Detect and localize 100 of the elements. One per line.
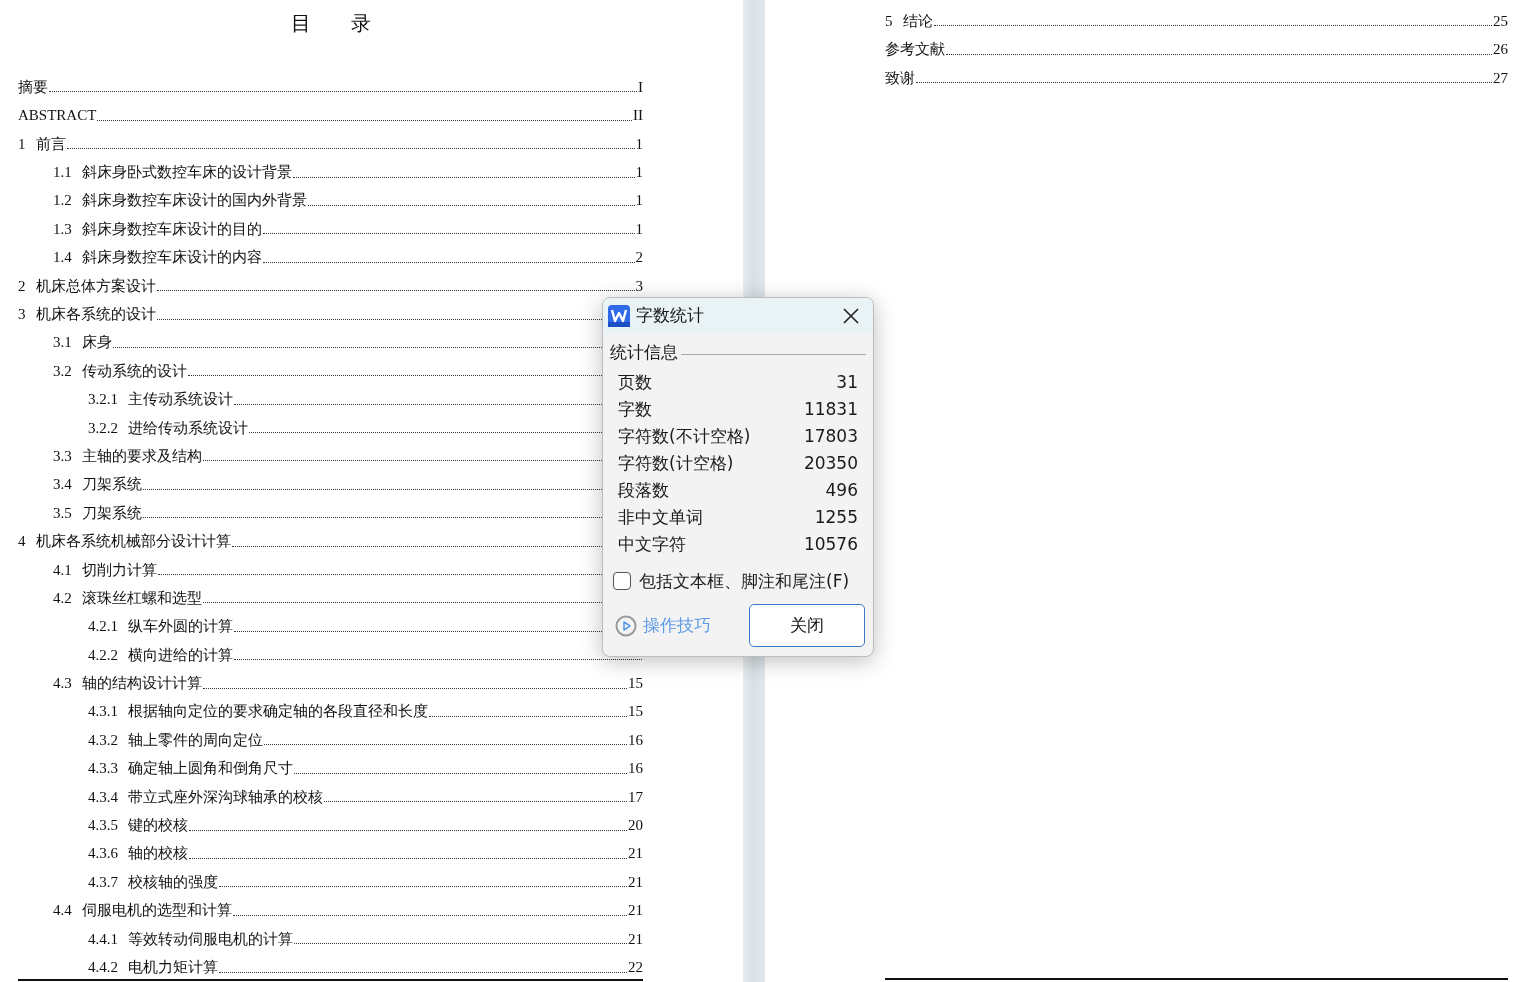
entry-title: 轴的校核 [128,844,188,864]
page-number: II [633,106,643,126]
entry-title: 主轴的要求及结构 [81,446,202,466]
section-label: 统计信息 [610,341,678,364]
stat-value: 10576 [803,533,858,557]
page-number: 1 [635,134,643,154]
entry-title: 斜床身数控车床设计的国内外背景 [81,191,307,211]
section-number: 2 [18,276,26,296]
section-number: 1.3 [53,219,72,239]
stat-label: 字符数(计空格) [618,452,734,476]
entry-title: 刀架系统 [81,475,142,495]
section-number: 3.2 [53,361,72,381]
section-number: 4.3.5 [88,816,118,836]
entry-title: 斜床身数控车床设计的目的 [81,219,262,239]
entry-title: 校核轴的强度 [128,872,218,892]
section-number: 4.4 [53,901,72,921]
section-number: 1.2 [53,191,72,211]
page-number: I [638,77,643,97]
entry-title: 前言 [35,134,66,154]
section-number: 4.4.2 [88,958,118,977]
page-number: 1 [635,163,643,183]
section-number: 4.4.1 [88,929,118,949]
app-logo-icon [608,305,630,327]
close-button[interactable]: 关闭 [749,604,865,647]
section-number: 4.2.2 [88,645,118,665]
page-number: 2 [635,248,643,268]
section-number: 3.1 [53,333,72,353]
entry-title: 斜床身卧式数控车床的设计背景 [81,163,292,183]
page-number: 27 [1493,68,1508,88]
section-number: 3.2.1 [88,390,118,410]
entry-title: 确定轴上圆角和倒角尺寸 [128,759,293,779]
stat-value: 31 [836,371,858,395]
entry-title: 等效转动伺服电机的计算 [128,929,293,949]
entry-title: 进给传动系统设计 [128,418,248,438]
page-number: 1 [635,191,643,211]
stat-label: 非中文单词 [618,506,703,530]
section-number: 4.3.6 [88,844,118,864]
section-number: 3 [18,305,26,324]
entry-title: 轴上零件的周向定位 [128,730,263,750]
page-number: 1 [635,219,643,239]
entry-title: 致谢 [885,68,915,88]
play-icon [615,614,637,637]
entry-title: 根据轴向定位的要求确定轴的各段直径和长度 [128,702,428,722]
checkbox-label: 包括文本框、脚注和尾注(F) [639,569,850,593]
page-number: 25 [1493,11,1508,31]
entry-title: 结论 [902,11,933,31]
entry-title: 参考文献 [885,40,945,60]
entry-title: ABSTRACT [18,106,97,126]
page-heading: 目 录 [289,11,372,36]
section-number: 4.2.1 [88,617,118,637]
entry-title: 斜床身数控车床设计的内容 [81,248,262,268]
section-number: 4.3.4 [88,787,118,807]
section-number: 4.3.3 [88,759,118,779]
section-number: 4.3.1 [88,702,118,722]
stat-value: 20350 [803,452,858,476]
page-number: 15 [628,702,643,722]
page-number: 16 [628,759,643,779]
entry-title: 滚珠丝杠螺和选型 [81,588,202,608]
section-number: 5 [885,11,893,31]
entry-title: 伺服电机的选型和计算 [81,901,232,921]
section-number: 1.1 [53,163,72,183]
stat-value: 496 [825,479,858,503]
entry-title: 床身 [81,333,112,353]
section-number: 3.4 [53,475,72,495]
section-number: 4.2 [53,588,72,608]
page-number: 3 [635,276,643,296]
section-number: 4.3.7 [88,872,118,892]
stat-value: 11831 [803,398,858,422]
entry-title: 键的校核 [128,816,188,836]
checkbox[interactable] [613,572,631,591]
section-number: 1.4 [53,248,72,268]
page-number: 20 [628,816,643,836]
dialog-title: 字数统计 [636,304,705,328]
stat-label: 中文字符 [618,533,686,557]
entry-title: 纵车外圆的计算 [128,617,233,637]
section-number: 4.1 [53,560,72,580]
entry-title: 带立式座外深沟球轴承的校核 [128,787,323,807]
page-number: 21 [628,929,643,949]
entry-title: 机床各系统机械部分设计计算 [35,532,231,552]
entry-title: 电机力矩计算 [128,958,218,977]
page-number: 26 [1493,40,1508,60]
page-number: 16 [628,730,643,750]
close-icon [843,308,859,325]
entry-title: 切削力计算 [81,560,157,580]
section-number: 3.5 [53,503,72,523]
entry-title: 传动系统的设计 [81,361,187,381]
entry-title: 主传动系统设计 [128,390,233,410]
section-number: 1 [18,134,26,154]
section-number: 4.3.2 [88,730,118,750]
section-number: 3.3 [53,446,72,466]
stat-label: 字符数(不计空格) [618,425,751,449]
stat-value: 1255 [814,506,858,530]
entry-title: 轴的结构设计计算 [81,674,202,694]
page-number: 22 [628,958,643,977]
page-number: 21 [628,872,643,892]
entry-title: 横向进给的计算 [128,645,233,665]
section-number: 4.3 [53,674,72,694]
entry-title: 摘要 [18,77,48,97]
page-number: 21 [628,901,643,921]
entry-title: 机床各系统的设计 [35,305,156,324]
